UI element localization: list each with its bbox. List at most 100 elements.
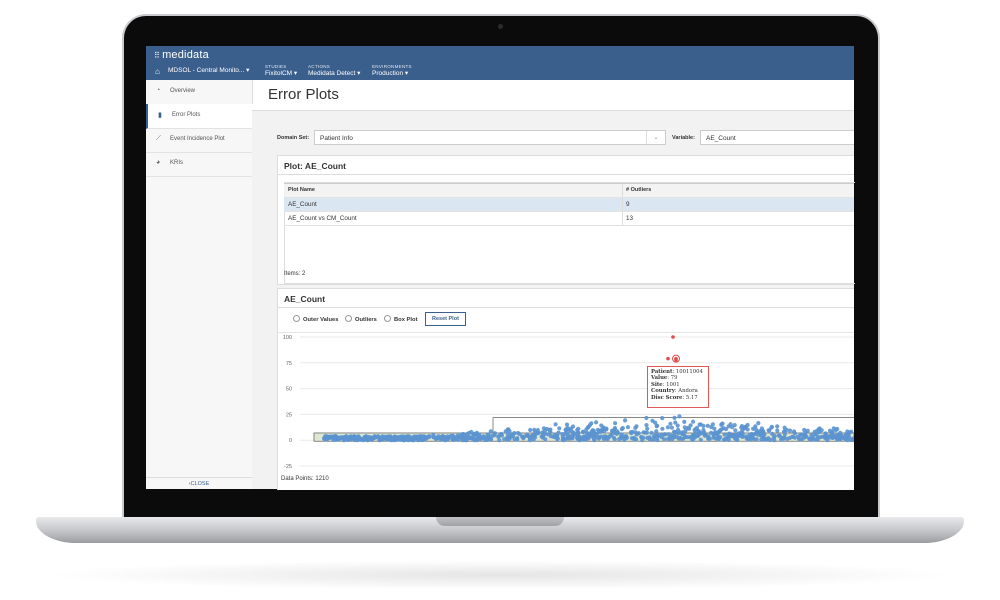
data-point — [586, 435, 591, 440]
data-point — [660, 426, 665, 431]
outliers-cell: 9 — [626, 201, 630, 208]
data-point — [488, 436, 493, 441]
plot-table: Plot Name # Outliers AE_Count 9 AE_Count v… — [284, 183, 854, 226]
sidebar-item-error-plots[interactable]: ▮ Error Plots — [146, 104, 254, 129]
tooltip-key: Patient — [651, 369, 673, 375]
data-point — [362, 435, 367, 440]
data-point — [630, 429, 635, 434]
data-point — [568, 426, 574, 431]
home-icon[interactable]: ⌂ — [155, 67, 160, 76]
logo[interactable]: ⠿ medidata — [154, 49, 209, 61]
nav-studies[interactable]: STUDIES FixitolCM ▾ — [265, 63, 297, 77]
data-point — [590, 428, 595, 433]
nav-label: STUDIES — [265, 64, 287, 69]
data-point — [540, 435, 545, 440]
outliers-radio[interactable]: Outliers — [345, 315, 377, 323]
data-point — [706, 436, 711, 441]
table-row[interactable]: AE_Count vs CM_Count 13 — [284, 212, 854, 226]
data-point — [642, 430, 647, 435]
data-point — [756, 421, 761, 426]
data-point — [769, 425, 774, 430]
tooltip-value: 10011004 — [675, 369, 703, 375]
pie-chart-icon: ◕ — [156, 159, 161, 166]
data-point — [473, 437, 478, 442]
data-point — [619, 427, 624, 432]
data-point — [812, 429, 817, 434]
nav-environments[interactable]: ENVIRONMENTS Production ▾ — [372, 63, 412, 77]
data-point — [660, 416, 665, 421]
y-tick-label: -25 — [284, 464, 292, 470]
nav-actions[interactable]: ACTIONS Medidata Detect ▾ — [308, 63, 360, 77]
radio-label: Outer Values — [303, 317, 339, 323]
data-point — [535, 431, 540, 436]
y-tick-label: 0 — [289, 438, 292, 444]
data-point — [486, 432, 491, 437]
data-point — [553, 422, 558, 427]
close-sidebar-button[interactable]: ‹CLOSE — [146, 477, 252, 489]
outlier-point — [674, 356, 678, 361]
data-point — [640, 438, 645, 443]
data-point — [732, 423, 737, 428]
bar-chart-icon: ▮ — [158, 112, 162, 119]
data-point — [366, 434, 371, 440]
data-point — [512, 431, 517, 436]
data-point — [696, 429, 701, 434]
data-point — [632, 437, 637, 442]
data-point — [653, 420, 658, 425]
panel-divider — [278, 307, 854, 308]
data-point — [784, 427, 789, 432]
data-point — [803, 435, 808, 440]
sidebar-item-kris[interactable]: ◕ KRIs — [146, 152, 252, 177]
data-point — [375, 435, 381, 440]
data-point — [702, 430, 707, 435]
reset-plot-button[interactable]: Reset Plot — [425, 312, 466, 326]
data-point — [416, 434, 421, 439]
outer-values-radio[interactable]: Outer Values — [293, 315, 338, 323]
data-point — [759, 433, 764, 438]
nav-study-group[interactable]: MDSOL - Central Monito... ▾ — [168, 67, 249, 74]
data-point — [711, 433, 716, 438]
data-point — [709, 424, 714, 430]
radio-circle-icon — [384, 315, 391, 322]
sidebar: ◔ Overview ▮ Error Plots ⟋ Event Incidence … — [146, 80, 254, 489]
nav-value: MDSOL - Central Monito... ▾ — [168, 67, 250, 74]
data-point — [823, 431, 828, 436]
data-point — [452, 436, 457, 441]
data-point — [655, 435, 660, 440]
tooltip-key: Country — [651, 388, 675, 395]
data-point-tooltip: Patient: 10011004 Value: 79 Site: 1001 C… — [647, 366, 709, 408]
data-point — [659, 435, 664, 440]
data-point — [625, 425, 631, 430]
tooltip-key: Disc Score — [651, 394, 683, 401]
data-point — [589, 421, 594, 426]
data-point — [594, 420, 599, 425]
radio-circle-icon — [345, 315, 352, 322]
data-point — [563, 427, 568, 432]
nav-value: FixitolCM ▾ — [265, 70, 298, 77]
box-plot-radio[interactable]: Box Plot — [384, 315, 418, 323]
chart-panel-title: AE_Count — [284, 294, 326, 304]
laptop-shadow — [40, 560, 960, 590]
table-row[interactable]: AE_Count 9 — [284, 198, 854, 212]
data-point — [690, 436, 695, 441]
data-point — [739, 430, 744, 435]
logo-grid-icon: ⠿ — [154, 51, 161, 60]
tooltip-key: Value — [651, 375, 668, 382]
data-point — [741, 434, 746, 439]
data-point — [355, 434, 360, 439]
tooltip-value: 79 — [670, 375, 678, 382]
data-point — [798, 433, 803, 438]
data-point — [716, 437, 721, 442]
data-point — [433, 437, 438, 442]
data-point — [466, 430, 472, 436]
data-points-label: Data Points — [281, 476, 313, 482]
column-divider — [622, 198, 623, 211]
data-point — [790, 434, 795, 439]
outliers-cell: 13 — [626, 215, 634, 222]
domain-set-select[interactable]: Patient Info ⌄ — [314, 130, 666, 145]
data-point — [781, 436, 786, 441]
scatter-plot[interactable]: 100 75 50 25 0 -25 — [278, 333, 854, 473]
sidebar-item-event-incidence-plot[interactable]: ⟋ Event Incidence Plot — [146, 128, 252, 153]
sidebar-item-overview[interactable]: ◔ Overview — [146, 80, 252, 105]
variable-select[interactable]: AE_Count — [700, 130, 854, 145]
